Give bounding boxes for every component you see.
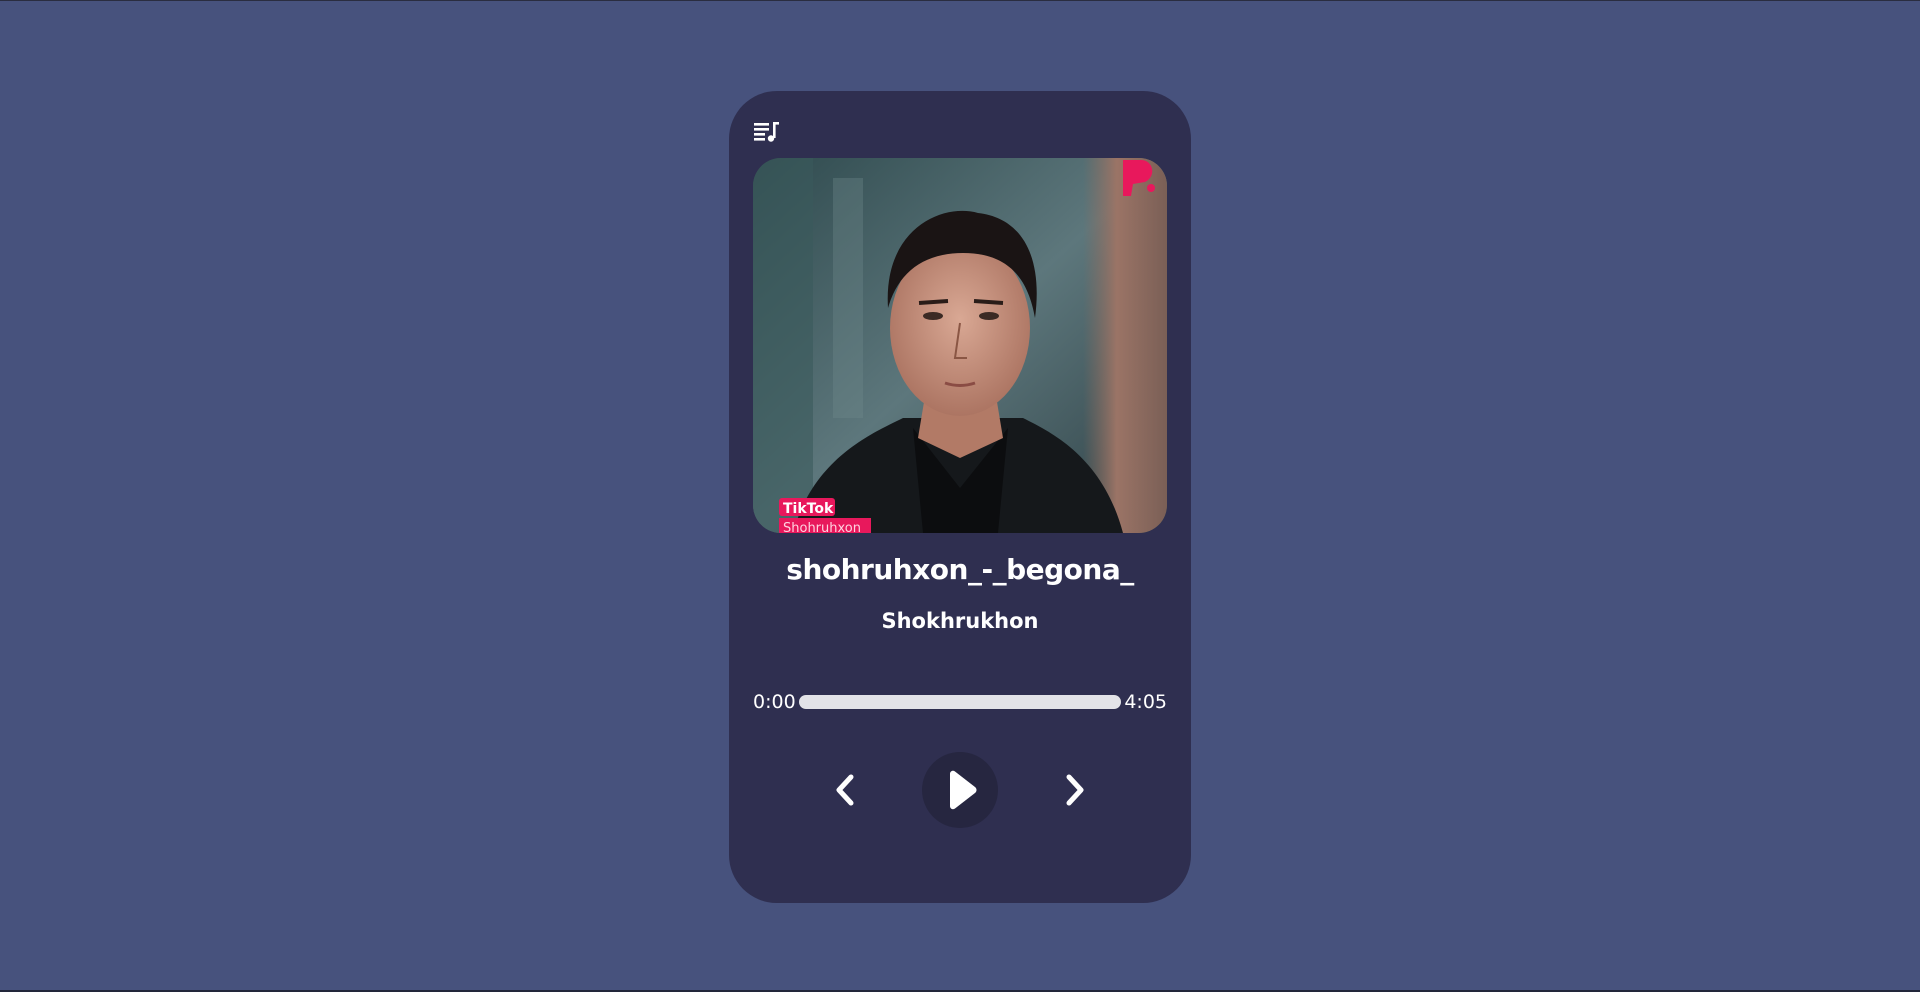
window-top-border [0, 0, 1920, 1]
next-track-button[interactable] [1057, 769, 1093, 811]
chevron-right-icon [1066, 774, 1084, 806]
playlist-button[interactable] [753, 119, 781, 145]
album-art-image: TikTok Shohruhxon [753, 158, 1167, 533]
total-time: 4:05 [1124, 691, 1167, 713]
album-cover: TikTok Shohruhxon [753, 158, 1167, 533]
previous-track-button[interactable] [827, 769, 863, 811]
chevron-left-icon [836, 774, 854, 806]
artist-badge-text: Shohruhxon [783, 521, 861, 533]
track-title: shohruhxon_-_begona_ [786, 553, 1134, 586]
current-time: 0:00 [753, 691, 796, 713]
playlist-music-icon [754, 122, 779, 142]
progress-bar[interactable] [799, 695, 1121, 709]
play-icon [950, 770, 977, 810]
tiktok-badge-text: TikTok [783, 501, 834, 517]
play-button[interactable] [922, 752, 998, 828]
track-artist: Shokhrukhon [881, 609, 1039, 633]
music-player-card: TikTok Shohruhxon shohruhxon_-_begona_ S… [729, 91, 1191, 903]
